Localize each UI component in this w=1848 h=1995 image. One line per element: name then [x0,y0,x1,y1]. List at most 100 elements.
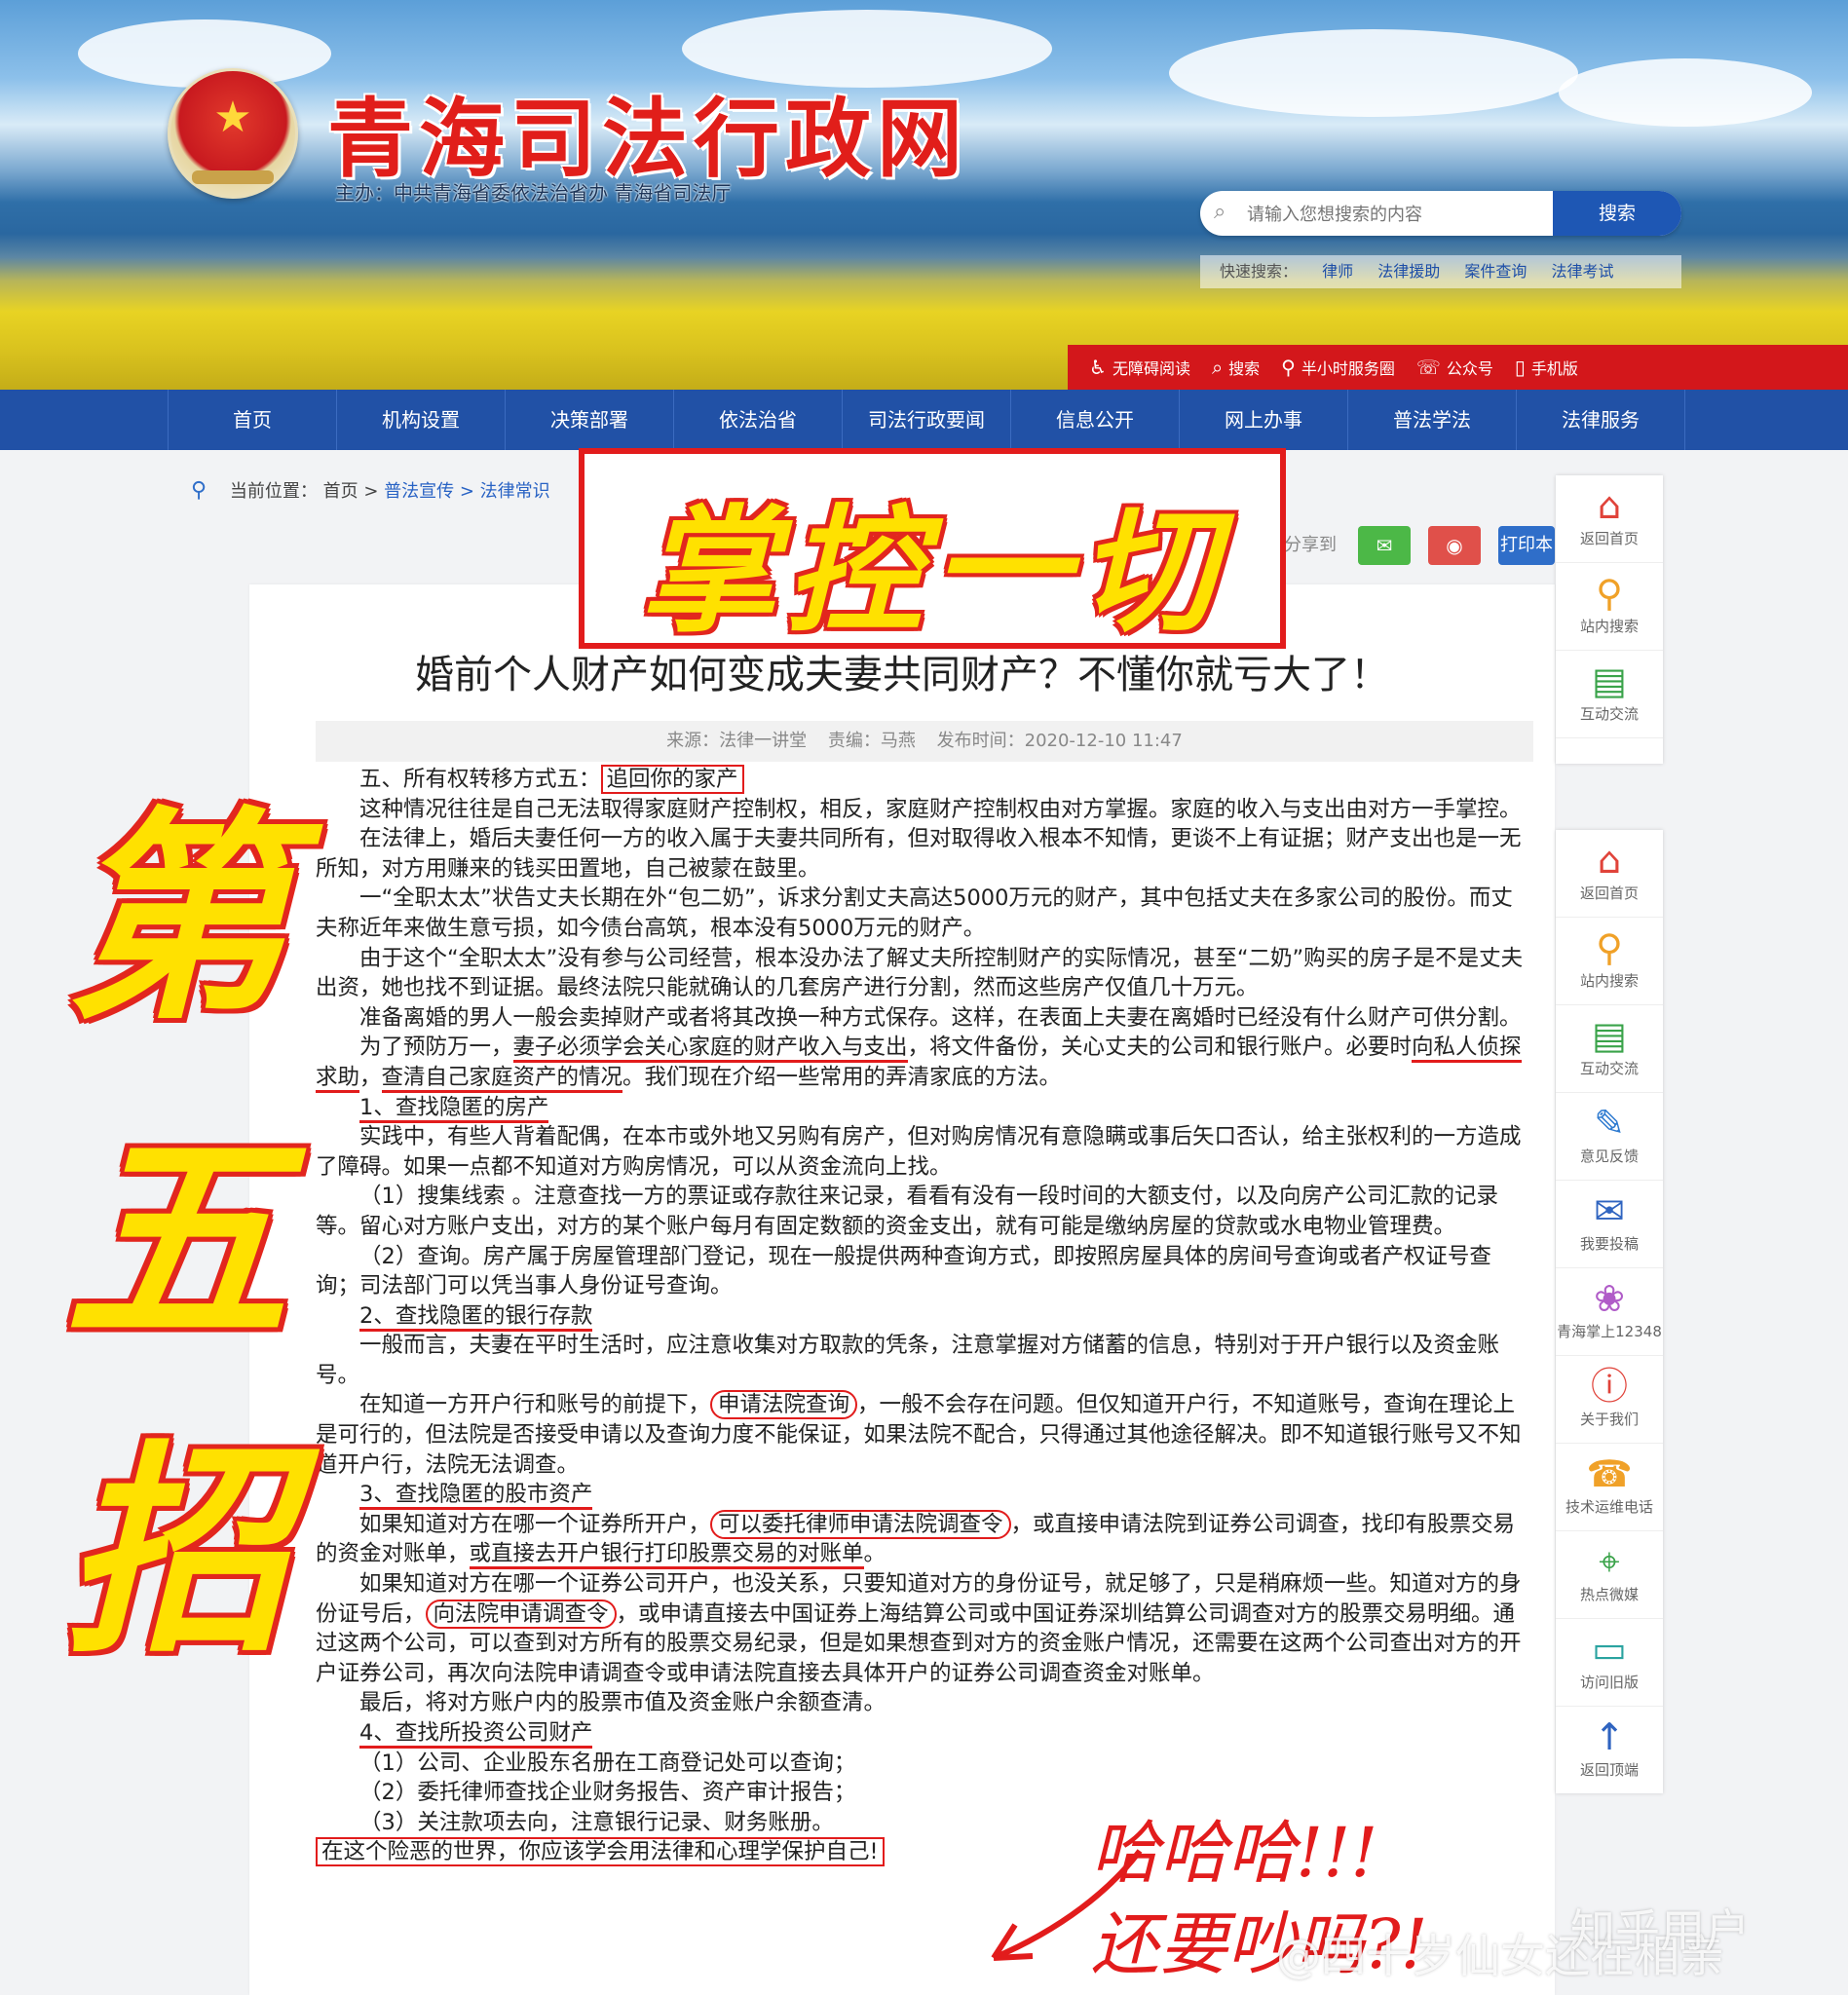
paragraph: 一“全职太太”状告丈夫长期在外“包二奶”，诉求分割丈夫高达5000万元的财产，其… [316,885,1513,941]
paragraph: 在法律上，婚后夫妻任何一方的收入属于夫妻共同所有，但对取得收入根本不知情，更谈不… [316,826,1522,882]
national-emblem-logo: ★ [168,68,298,199]
toolbar-service-circle[interactable]: ⚲ 半小时服务圈 [1281,356,1395,379]
right-toolbar-top: ⌂ 返回首页 ⚲ 站内搜索 ▤ 互动交流 [1556,475,1663,764]
wechat-icon: ✉ [1376,534,1393,557]
highlight-box: 追回你的家产 [600,765,744,794]
nav-decisions[interactable]: 决策部署 [506,390,674,450]
rbar-about[interactable]: ⓘ 关于我们 [1556,1356,1663,1444]
zhihu-watermark: 知乎用户 [1570,1904,1750,1957]
quick-link-case-query[interactable]: 案件查询 [1464,262,1527,281]
chat-icon: ▤ [1592,1014,1627,1057]
home-icon: ⌂ [1597,484,1622,527]
arrow-up-icon: ↑ [1594,1715,1625,1758]
nav-rule-of-law[interactable]: 依法治省 [674,390,843,450]
breadcrumb-home[interactable]: 首页 > [323,481,379,502]
paragraph: 由于这个“全职太太”没有参与公司经营，根本没办法了解丈夫所控制财产的实际情况，甚… [316,945,1524,1001]
nav-news[interactable]: 司法行政要闻 [843,390,1011,450]
rbar-search[interactable]: ⚲ 站内搜索 [1556,918,1663,1005]
article-body: 五、所有权转移方式五： 追回你的家产 这种情况往往是自己无法取得家庭财产控制权，相… [316,765,1533,1867]
quick-link-legal-aid[interactable]: 法律援助 [1377,262,1440,281]
rbar-hot-media[interactable]: ⌖ 热点微媒 [1556,1531,1663,1619]
share-wechat-button[interactable]: ✉ [1358,526,1411,565]
section-heading: 4、查找所投资公司财产 [316,1718,1533,1749]
mobile-icon: ▯ [1514,356,1526,379]
search-icon: ⚲ [1596,926,1623,969]
paragraph: 五、所有权转移方式五： 追回你的家产 [316,765,1533,795]
cloud-decoration [1169,29,1578,117]
paragraph: 为了预防万一，妻子必须学会关心家庭的财产收入与支出，将文件备份，关心丈夫的公司和… [316,1033,1533,1093]
chat-icon: ▤ [1592,659,1627,702]
rbar-interact[interactable]: ▤ 互动交流 [1556,651,1663,738]
section-heading: 2、查找隐匿的银行存款 [316,1301,1533,1332]
print-button[interactable]: 打印本 [1498,526,1555,565]
article-editor: 责编：马燕 [827,731,916,751]
feedback-icon: ✎ [1594,1102,1625,1145]
overlay-stamp-text: 掌控一切 [639,493,1225,652]
search-input[interactable] [1245,191,1561,236]
rbar-search[interactable]: ⚲ 站内搜索 [1556,563,1663,651]
nav-legal-service[interactable]: 法律服务 [1517,390,1685,450]
paragraph: （1）公司、企业股东名册在工商登记处可以查询； [359,1750,856,1776]
bubble-icon: ❀ [1594,1277,1625,1320]
toolbar-accessibility[interactable]: ♿ 无障碍阅读 [1089,356,1190,379]
paragraph: 如果知道对方在哪一个证券所开户， 可以委托律师申请法院调查令 ，或直接申请法院到证券… [316,1509,1533,1570]
overlay-char: 第 [64,790,288,1050]
rbar-interact[interactable]: ▤ 互动交流 [1556,1005,1663,1093]
paragraph: 最后，将对方账户内的股票市值及资金账户余额查清。 [359,1690,886,1716]
search-button[interactable]: 搜索 [1553,191,1681,236]
wechat-icon: ☏ [1415,356,1441,379]
paragraph: 在知道一方开户行和账号的前提下， 申请法院查询 ，一般不会存在问题。但仅知道开户行，… [316,1390,1522,1478]
toolbar-official-account[interactable]: ☏ 公众号 [1416,356,1493,379]
rbar-old-version[interactable]: ▭ 访问旧版 [1556,1619,1663,1707]
right-toolbar: ⌂ 返回首页 ⚲ 站内搜索 ▤ 互动交流 ✎ 意见反馈 ✉ 我要投稿 ❀ 青海掌上12348… [1556,830,1663,1793]
search-icon: ⌕ [1214,200,1226,224]
site-sponsor: 主办：中共青海省委依法治省办 青海省司法厅 [335,181,732,205]
paragraph: 实践中，有些人背着配偶，在本市或外地又另购有房产，但对购房情况有意隐瞒或事后矢口… [316,1124,1522,1180]
quick-link-lawyer[interactable]: 律师 [1322,262,1353,281]
quick-search-label: 快速搜索： [1220,262,1299,281]
paragraph: 这种情况往往是自己无法取得家庭财产控制权，相反，家庭财产控制权由对方掌握。家庭的… [359,796,1522,822]
toolbar-mobile[interactable]: ▯ 手机版 [1515,356,1578,379]
phone-icon: ☎ [1586,1452,1633,1495]
breadcrumb-section[interactable]: 普法宣传 > 法律常识 [384,481,550,502]
share-weibo-button[interactable]: ◉ [1428,526,1481,565]
nav-law-education[interactable]: 普法学法 [1348,390,1517,450]
rbar-feedback[interactable]: ✎ 意见反馈 [1556,1093,1663,1181]
location-icon: ⚲ [1281,356,1296,379]
rbar-submit[interactable]: ✉ 我要投稿 [1556,1181,1663,1268]
rbar-home[interactable]: ⌂ 返回首页 [1556,475,1663,563]
quick-search: 快速搜索： 律师 法律援助 案件查询 法律考试 [1200,255,1681,288]
handwriting-laugh: 哈哈哈!!! [1091,1813,1378,1893]
section-heading: 3、查找隐匿的股市资产 [316,1480,1533,1511]
paragraph: 一般而言，夫妻在平时生活时，应注意收集对方取款的凭条，注意掌握对方储蓄的信息，特… [316,1333,1500,1388]
nav-info-public[interactable]: 信息公开 [1011,390,1180,450]
accessibility-icon: ♿ [1089,356,1107,379]
nav-online-service[interactable]: 网上办事 [1180,390,1348,450]
paragraph: （1）搜集线索 。注意查找一方的票证或存款往来记录，看看有没有一段时间的大额支付… [316,1184,1498,1239]
section-heading: 1、查找隐匿的房产 [316,1093,1533,1123]
rbar-12348[interactable]: ❀ 青海掌上12348 [1556,1268,1663,1356]
nav-organization[interactable]: 机构设置 [337,390,506,450]
rbar-phone[interactable]: ☎ 技术运维电话 [1556,1444,1663,1531]
overlay-char: 五 [64,1111,288,1372]
rbar-home[interactable]: ⌂ 返回首页 [1556,830,1663,918]
article-meta: 来源：法律一讲堂 责编：马燕 发布时间：2020-12-10 11:47 [316,721,1533,762]
nav-home[interactable]: 首页 [168,390,337,450]
header-banner: ★ 青海司法行政网 主办：中共青海省委依法治省办 青海省司法厅 ⌕ 搜索 快速搜… [0,0,1848,390]
share-label: 分享到 [1284,535,1337,555]
overlay-stamp: 掌控一切 [579,448,1286,652]
search-icon: ⚲ [1596,572,1623,615]
rbar-back-top[interactable]: ↑ 返回顶端 [1556,1707,1663,1793]
search-bar: ⌕ 搜索 [1200,191,1681,236]
home-icon: ⌂ [1597,839,1622,882]
article-source: 来源：法律一讲堂 [666,731,808,751]
paragraph: （2）查询。房产属于房屋管理部门登记，现在一般提供两种查询方式，即按照房屋具体的… [316,1243,1491,1299]
toolbar-search[interactable]: ⌕ 搜索 [1212,356,1260,379]
monitor-icon: ▭ [1592,1628,1627,1671]
weibo-icon: ◉ [1446,534,1463,557]
site-title[interactable]: 青海司法行政网 [327,70,968,194]
mail-icon: ✉ [1594,1189,1625,1232]
article-date: 发布时间：2020-12-10 11:47 [936,731,1183,751]
quick-link-law-exam[interactable]: 法律考试 [1551,262,1613,281]
article-title: 婚前个人财产如何变成夫妻共同财产？不懂你就亏大了！ [415,653,1389,697]
